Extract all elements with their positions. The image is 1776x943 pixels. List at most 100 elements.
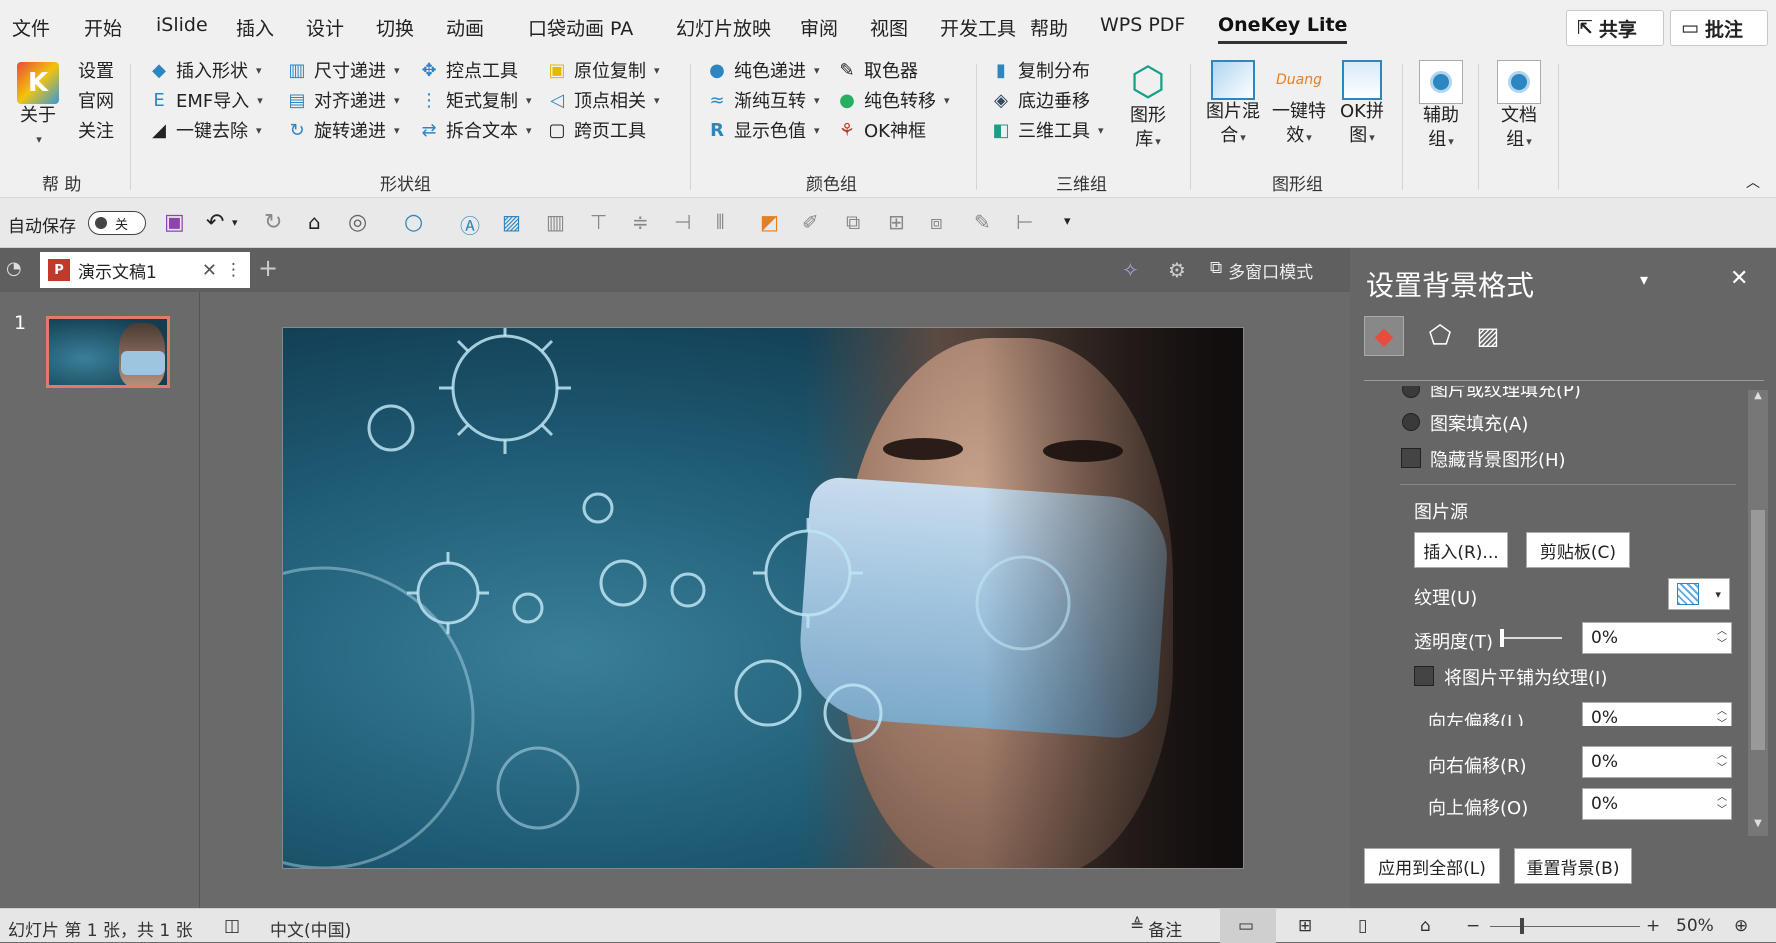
add-tab-icon[interactable]: + bbox=[258, 254, 278, 282]
transparency-slider-thumb[interactable] bbox=[1500, 629, 1504, 647]
transparency-input[interactable]: 0% ︿ ﹀ bbox=[1582, 622, 1732, 654]
reset-background-button[interactable]: 重置背景(B) bbox=[1514, 848, 1632, 884]
sparkle-icon[interactable]: ✧ bbox=[1122, 258, 1139, 282]
rotate-progression-button[interactable]: ↻ 旋转递进 ▾ bbox=[286, 116, 399, 144]
handle-tool-button[interactable]: ✥ 控点工具 bbox=[418, 56, 518, 84]
align-top-icon[interactable]: ⊤ bbox=[590, 210, 616, 236]
solid-progression-button[interactable]: ● 纯色递进 ▾ bbox=[706, 56, 819, 84]
language-indicator[interactable]: 中文(中国) bbox=[270, 916, 351, 941]
zoom-slider[interactable] bbox=[1490, 926, 1640, 927]
pattern-fill-radio[interactable] bbox=[1402, 413, 1420, 431]
menu-slideshow[interactable]: 幻灯片放映 bbox=[676, 14, 771, 41]
ok-puzzle-button[interactable]: OK拼 图 ▾ bbox=[1334, 60, 1390, 150]
menu-insert[interactable]: 插入 bbox=[236, 14, 274, 41]
in-place-copy-button[interactable]: ▣ 原位复制 ▾ bbox=[546, 56, 659, 84]
zoom-slider-thumb[interactable] bbox=[1520, 918, 1524, 934]
insert-shape-button[interactable]: ◆ 插入形状 ▾ bbox=[148, 56, 261, 84]
slide-sorter-icon[interactable]: ⊞ bbox=[1298, 916, 1312, 936]
cross-page-button[interactable]: ▢ 跨页工具 bbox=[546, 116, 646, 144]
format-painter-icon[interactable]: ✐ bbox=[802, 210, 828, 236]
texture-dropdown[interactable]: ▾ bbox=[1668, 578, 1730, 610]
color-picker-button[interactable]: ✎ 取色器 bbox=[836, 56, 918, 84]
menu-developer[interactable]: 开发工具 bbox=[940, 14, 1016, 41]
zoom-level[interactable]: 50% bbox=[1676, 916, 1714, 936]
scroll-down-icon[interactable]: ▼ bbox=[1748, 818, 1768, 836]
matrix-copy-button[interactable]: ⋮ 矩式复制 ▾ bbox=[418, 86, 532, 114]
solid-transfer-button[interactable]: ● 纯色转移 ▾ bbox=[836, 86, 949, 114]
document-tab[interactable]: P 演示文稿1 ✕ ⋮ bbox=[40, 252, 250, 288]
spinner-arrows-icon[interactable]: ︿ ﹀ bbox=[1717, 625, 1727, 651]
insert-shape-icon[interactable]: ○ bbox=[404, 210, 430, 236]
offset-left-input[interactable]: 0% ︿ ﹀ bbox=[1582, 702, 1732, 726]
notes-button[interactable]: ≜ 备注 bbox=[1130, 916, 1182, 941]
spinner-arrows-icon[interactable]: ︿ ﹀ bbox=[1717, 705, 1727, 726]
picture-icon[interactable]: ▨ bbox=[1468, 316, 1508, 356]
menu-animations[interactable]: 动画 bbox=[446, 14, 484, 41]
gear-icon[interactable]: ⚙ bbox=[1168, 258, 1186, 282]
split-text-button[interactable]: ⇄ 拆合文本 ▾ bbox=[418, 116, 531, 144]
menu-onekey-lite[interactable]: OneKey Lite bbox=[1218, 14, 1348, 44]
spinner-arrows-icon[interactable]: ︿ ﹀ bbox=[1717, 791, 1727, 817]
chart-icon[interactable]: ▥ bbox=[546, 210, 572, 236]
home-tab-icon[interactable]: ◔ bbox=[6, 258, 22, 279]
website-button[interactable]: 官网 bbox=[78, 86, 114, 114]
transparency-slider[interactable] bbox=[1502, 637, 1562, 639]
one-click-effect-button[interactable]: Duang 一键特 效 ▾ bbox=[1268, 60, 1330, 150]
normal-view-icon[interactable]: ▭ bbox=[1238, 916, 1254, 936]
send-back-icon[interactable]: ⧈ bbox=[930, 210, 956, 236]
close-icon[interactable]: ✕ bbox=[202, 260, 217, 281]
redo-icon[interactable]: ↻ bbox=[264, 210, 290, 236]
slide[interactable] bbox=[282, 327, 1244, 869]
more-icon[interactable]: ⋮ bbox=[225, 260, 242, 280]
menu-home[interactable]: 开始 bbox=[84, 14, 122, 41]
insert-picture-button[interactable]: 插入(R)... bbox=[1414, 532, 1508, 568]
menu-pocket-animation[interactable]: 口袋动画 PA bbox=[528, 14, 633, 41]
slideshow-icon[interactable]: ⌂ bbox=[1420, 916, 1431, 936]
picture-fill-radio[interactable] bbox=[1402, 386, 1420, 398]
doc-group-button[interactable]: 文档 组 ▾ bbox=[1490, 60, 1548, 154]
apply-all-button[interactable]: 应用到全部(L) bbox=[1364, 848, 1500, 884]
group-icon[interactable]: ⊞ bbox=[888, 210, 914, 236]
size-progression-button[interactable]: ▥ 尺寸递进 ▾ bbox=[286, 56, 399, 84]
panel-options-icon[interactable]: ▾ bbox=[1640, 270, 1648, 289]
close-icon[interactable]: ✕ bbox=[1730, 266, 1748, 291]
slide-thumbnail[interactable] bbox=[46, 316, 170, 388]
bottom-vertical-button[interactable]: ◈ 底边垂移 bbox=[990, 86, 1090, 114]
save-icon[interactable]: ▣ bbox=[164, 210, 190, 236]
menu-wps-pdf[interactable]: WPS PDF bbox=[1100, 14, 1185, 36]
scrollbar-thumb[interactable] bbox=[1751, 510, 1765, 750]
share-button[interactable]: ⇱ 共享 bbox=[1566, 10, 1664, 46]
zoom-in-icon[interactable]: + bbox=[1646, 916, 1660, 936]
one-click-remove-button[interactable]: ◢ 一键去除 ▾ bbox=[148, 116, 261, 144]
tile-texture-checkbox[interactable] bbox=[1414, 666, 1434, 686]
effects-pentagon-icon[interactable]: ⬠ bbox=[1420, 316, 1460, 356]
menu-view[interactable]: 视图 bbox=[870, 14, 908, 41]
gradient-convert-button[interactable]: ≈ 渐纯互转 ▾ bbox=[706, 86, 819, 114]
shape-library-button[interactable]: ⬡ 图形 库 ▾ bbox=[1122, 60, 1174, 154]
hide-background-checkbox[interactable] bbox=[1401, 448, 1421, 468]
ok-frame-button[interactable]: ⚘ OK神框 bbox=[836, 116, 926, 144]
scroll-up-icon[interactable]: ▲ bbox=[1748, 390, 1768, 408]
clipboard-button[interactable]: 剪贴板(C) bbox=[1526, 532, 1630, 568]
settings-button[interactable]: 设置 bbox=[78, 56, 114, 84]
brush-icon[interactable]: ✎ bbox=[974, 210, 1000, 236]
align-progression-button[interactable]: ▤ 对齐递进 ▾ bbox=[286, 86, 399, 114]
spellcheck-icon[interactable]: ◫ bbox=[224, 916, 240, 936]
menu-file[interactable]: 文件 bbox=[12, 14, 50, 41]
follow-button[interactable]: 关注 bbox=[78, 116, 114, 144]
offset-right-input[interactable]: 0% ︿ ﹀ bbox=[1582, 746, 1732, 778]
picture-icon[interactable]: ▨ bbox=[502, 210, 528, 236]
offset-top-input[interactable]: 0% ︿ ﹀ bbox=[1582, 788, 1732, 820]
show-color-value-button[interactable]: R 显示色值 ▾ bbox=[706, 116, 819, 144]
comment-button[interactable]: ▭ 批注 bbox=[1670, 10, 1768, 46]
zoom-out-icon[interactable]: − bbox=[1466, 916, 1480, 936]
3d-tool-button[interactable]: ◧ 三维工具 ▾ bbox=[990, 116, 1103, 144]
fill-icon[interactable]: ◆ bbox=[1364, 316, 1404, 356]
emf-import-button[interactable]: E EMF导入 ▾ bbox=[148, 86, 262, 114]
textbox-icon[interactable]: Ⓐ bbox=[460, 210, 486, 238]
image-blend-button[interactable]: 图片混 合 ▾ bbox=[1202, 60, 1264, 150]
align-left-icon[interactable]: ⊢ bbox=[1016, 210, 1042, 236]
selection-pane-icon[interactable]: ◩ bbox=[760, 210, 786, 236]
merge-shapes-icon[interactable]: ◎ bbox=[348, 210, 374, 236]
about-button[interactable]: K 关于 ▾ bbox=[12, 62, 64, 152]
